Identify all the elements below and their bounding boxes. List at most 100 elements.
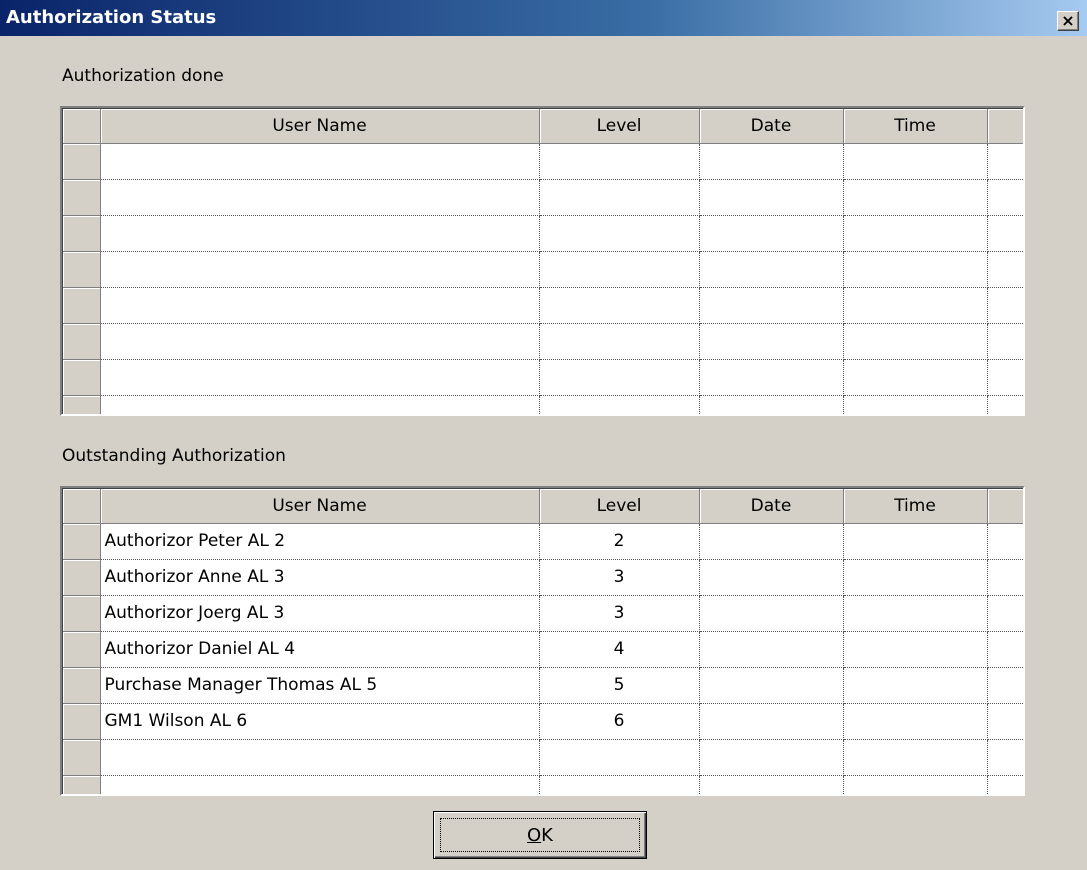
- column-header-user-name[interactable]: User Name: [100, 109, 540, 144]
- authorization-done-grid[interactable]: User Name Level Date Time: [60, 106, 1025, 416]
- date-cell[interactable]: [699, 323, 844, 360]
- level-cell[interactable]: 3: [539, 559, 700, 596]
- ok-button[interactable]: OK: [433, 811, 647, 859]
- time-cell[interactable]: [843, 775, 988, 794]
- table-row[interactable]: Authorizor Daniel AL 44: [63, 631, 1023, 668]
- date-cell[interactable]: [699, 359, 844, 396]
- column-header-date[interactable]: Date: [699, 109, 844, 144]
- time-cell[interactable]: [843, 631, 988, 668]
- date-cell[interactable]: [699, 395, 844, 414]
- level-cell[interactable]: [539, 739, 700, 776]
- table-row[interactable]: Authorizor Joerg AL 33: [63, 595, 1023, 632]
- time-cell[interactable]: [843, 215, 988, 252]
- date-cell[interactable]: [699, 703, 844, 740]
- column-header-date[interactable]: Date: [699, 489, 844, 524]
- row-header-cell[interactable]: [63, 559, 101, 596]
- row-header-cell[interactable]: [63, 215, 101, 252]
- user-name-cell[interactable]: Authorizor Daniel AL 4: [100, 631, 540, 668]
- level-cell[interactable]: [539, 215, 700, 252]
- user-name-cell[interactable]: [100, 179, 540, 216]
- user-name-cell[interactable]: [100, 215, 540, 252]
- level-cell[interactable]: 6: [539, 703, 700, 740]
- level-cell[interactable]: 5: [539, 667, 700, 704]
- time-cell[interactable]: [843, 395, 988, 414]
- date-cell[interactable]: [699, 595, 844, 632]
- column-header-time[interactable]: Time: [843, 109, 988, 144]
- user-name-cell[interactable]: Authorizor Joerg AL 3: [100, 595, 540, 632]
- table-row[interactable]: [63, 739, 1023, 776]
- row-header-cell[interactable]: [63, 523, 101, 560]
- table-row[interactable]: [63, 395, 1023, 414]
- row-header-cell[interactable]: [63, 395, 101, 414]
- user-name-cell[interactable]: Authorizor Anne AL 3: [100, 559, 540, 596]
- user-name-cell[interactable]: GM1 Wilson AL 6: [100, 703, 540, 740]
- table-row[interactable]: [63, 323, 1023, 360]
- table-row[interactable]: [63, 251, 1023, 288]
- time-cell[interactable]: [843, 667, 988, 704]
- table-row[interactable]: Purchase Manager Thomas AL 55: [63, 667, 1023, 704]
- user-name-cell[interactable]: [100, 395, 540, 414]
- column-header-level[interactable]: Level: [539, 489, 700, 524]
- time-cell[interactable]: [843, 251, 988, 288]
- date-cell[interactable]: [699, 287, 844, 324]
- row-header-cell[interactable]: [63, 775, 101, 794]
- date-cell[interactable]: [699, 775, 844, 794]
- row-header-cell[interactable]: [63, 251, 101, 288]
- time-cell[interactable]: [843, 179, 988, 216]
- row-header-cell[interactable]: [63, 595, 101, 632]
- user-name-cell[interactable]: [100, 775, 540, 794]
- time-cell[interactable]: [843, 359, 988, 396]
- outstanding-authorization-grid[interactable]: User Name Level Date Time Authorizor Pet…: [60, 486, 1025, 796]
- date-cell[interactable]: [699, 179, 844, 216]
- date-cell[interactable]: [699, 739, 844, 776]
- time-cell[interactable]: [843, 703, 988, 740]
- level-cell[interactable]: 2: [539, 523, 700, 560]
- time-cell[interactable]: [843, 739, 988, 776]
- table-row[interactable]: [63, 179, 1023, 216]
- user-name-cell[interactable]: [100, 739, 540, 776]
- table-row[interactable]: [63, 287, 1023, 324]
- level-cell[interactable]: [539, 323, 700, 360]
- date-cell[interactable]: [699, 667, 844, 704]
- table-row[interactable]: [63, 359, 1023, 396]
- row-header-cell[interactable]: [63, 631, 101, 668]
- column-header-time[interactable]: Time: [843, 489, 988, 524]
- user-name-cell[interactable]: [100, 359, 540, 396]
- level-cell[interactable]: [539, 775, 700, 794]
- user-name-cell[interactable]: [100, 323, 540, 360]
- column-header-user-name[interactable]: User Name: [100, 489, 540, 524]
- level-cell[interactable]: [539, 179, 700, 216]
- date-cell[interactable]: [699, 251, 844, 288]
- user-name-cell[interactable]: [100, 251, 540, 288]
- time-cell[interactable]: [843, 287, 988, 324]
- date-cell[interactable]: [699, 143, 844, 180]
- row-header-cell[interactable]: [63, 323, 101, 360]
- level-cell[interactable]: [539, 143, 700, 180]
- time-cell[interactable]: [843, 523, 988, 560]
- user-name-cell[interactable]: [100, 143, 540, 180]
- user-name-cell[interactable]: Authorizor Peter AL 2: [100, 523, 540, 560]
- time-cell[interactable]: [843, 323, 988, 360]
- table-row[interactable]: [63, 775, 1023, 794]
- row-header-cell[interactable]: [63, 359, 101, 396]
- table-row[interactable]: [63, 143, 1023, 180]
- row-header-cell[interactable]: [63, 143, 101, 180]
- table-row[interactable]: GM1 Wilson AL 66: [63, 703, 1023, 740]
- level-cell[interactable]: [539, 395, 700, 414]
- level-cell[interactable]: [539, 359, 700, 396]
- level-cell[interactable]: [539, 251, 700, 288]
- row-header-cell[interactable]: [63, 739, 101, 776]
- date-cell[interactable]: [699, 559, 844, 596]
- row-header-cell[interactable]: [63, 179, 101, 216]
- date-cell[interactable]: [699, 523, 844, 560]
- date-cell[interactable]: [699, 215, 844, 252]
- user-name-cell[interactable]: [100, 287, 540, 324]
- time-cell[interactable]: [843, 559, 988, 596]
- row-header-cell[interactable]: [63, 287, 101, 324]
- level-cell[interactable]: 3: [539, 595, 700, 632]
- column-header-level[interactable]: Level: [539, 109, 700, 144]
- row-header-cell[interactable]: [63, 667, 101, 704]
- date-cell[interactable]: [699, 631, 844, 668]
- time-cell[interactable]: [843, 143, 988, 180]
- user-name-cell[interactable]: Purchase Manager Thomas AL 5: [100, 667, 540, 704]
